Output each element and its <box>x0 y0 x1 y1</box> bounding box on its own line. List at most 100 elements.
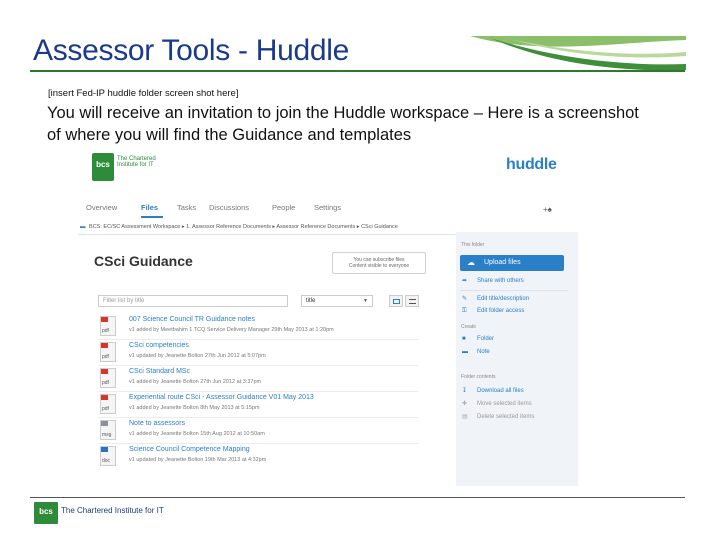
move-selected-link[interactable]: ✚ Move selected items <box>462 400 532 407</box>
breadcrumb-item[interactable]: BCS: EC/SC Assessment Workspace <box>89 224 180 230</box>
cloud-upload-icon: ☁ <box>467 258 475 267</box>
file-type-band <box>101 369 108 374</box>
file-row[interactable]: doc Science Council Competence Mapping v… <box>98 444 458 470</box>
file-row[interactable]: pdf CSci Standard MSc v1 added by Jeanet… <box>98 366 458 392</box>
placeholder-note: [insert Fed-IP huddle folder screen shot… <box>48 88 239 99</box>
pdf-file-icon: pdf <box>100 316 116 336</box>
grid-view-button[interactable] <box>389 295 403 307</box>
chevron-down-icon: ▼ <box>363 298 368 304</box>
sidebar-heading: This folder <box>461 242 485 248</box>
tab-people[interactable]: People <box>272 203 295 212</box>
file-row[interactable]: pdf CSci competencies v1 updated by Jean… <box>98 340 458 366</box>
pdf-file-icon: pdf <box>100 342 116 362</box>
tab-bar: Overview Files Tasks Discussions People … <box>84 203 564 219</box>
sidebar-heading: Create <box>461 324 477 330</box>
edit-title-label: Edit title/description <box>477 296 530 302</box>
file-ext: pdf <box>102 406 109 412</box>
tab-discussions[interactable]: Discussions <box>209 203 249 212</box>
add-person-icon[interactable]: +♠ <box>543 205 552 214</box>
share-label: Share with others <box>477 278 524 284</box>
file-row[interactable]: pdf Experiential route CSci - Assessor G… <box>98 392 458 418</box>
lock-icon: ⚿ <box>462 308 467 314</box>
upload-files-button[interactable]: ☁ Upload files <box>460 255 564 271</box>
pdf-file-icon: pdf <box>100 368 116 388</box>
body-text: You will receive an invitation to join t… <box>47 104 639 144</box>
download-icon: ↧ <box>462 388 468 394</box>
download-all-link[interactable]: ↧ Download all files <box>462 387 524 394</box>
tab-settings[interactable]: Settings <box>314 203 341 212</box>
file-ext: doc <box>102 458 111 464</box>
file-meta: v1 added by Jeanette Bolton 27th Jun 201… <box>129 379 262 385</box>
file-meta: v1 added by Jeanette Bolton 15th Aug 201… <box>129 431 265 437</box>
file-name-link[interactable]: Experiential route CSci - Assessor Guida… <box>129 394 314 401</box>
file-ext: pdf <box>102 380 109 386</box>
trash-icon: ▤ <box>462 414 468 420</box>
folder-label: Folder <box>477 336 495 342</box>
tab-overview[interactable]: Overview <box>86 203 117 212</box>
note-label: Note <box>477 349 490 355</box>
edit-title-link[interactable]: ✎ Edit title/description <box>462 295 529 302</box>
share-with-others-link[interactable]: ➦ Share with others <box>462 277 524 284</box>
subscription-note: You can subscribe files Content visible … <box>332 252 426 274</box>
tab-files[interactable]: Files <box>141 203 158 212</box>
file-ext: pdf <box>102 328 109 334</box>
upload-files-label: Upload files <box>484 259 521 266</box>
breadcrumb-item: CSci Guidance <box>361 224 398 230</box>
breadcrumb-item[interactable]: 1. Assessor Reference Documents <box>186 224 271 230</box>
file-ext: pdf <box>102 354 109 360</box>
bcs-tagline: The Chartered Institute for IT <box>117 156 156 168</box>
download-label: Download all files <box>477 388 524 394</box>
list-view-icon <box>409 299 416 304</box>
share-icon: ➦ <box>462 278 468 284</box>
create-note-link[interactable]: ▬ Note <box>462 349 490 355</box>
sort-value: title <box>306 298 316 304</box>
workspace-icon: ▬ <box>80 224 86 230</box>
file-name-link[interactable]: Science Council Competence Mapping <box>129 446 250 453</box>
file-row[interactable]: pdf 007 Science Council TR Guidance note… <box>98 314 458 340</box>
list-view-button[interactable] <box>405 295 419 307</box>
title-rule <box>30 70 685 72</box>
file-meta: v1 added by Meetbahim 1 TCQ Service Deli… <box>129 327 334 333</box>
huddle-logo: huddle <box>506 156 557 173</box>
edit-access-link[interactable]: ⚿ Edit folder access <box>462 308 524 315</box>
slide-title: Assessor Tools - Huddle <box>33 34 350 67</box>
file-row[interactable]: msg Note to assessors v1 added by Jeanet… <box>98 418 458 444</box>
folder-icon: ■ <box>462 336 466 342</box>
sort-select[interactable]: title ▼ <box>301 295 373 307</box>
header-swoosh-graphic <box>470 36 686 71</box>
note-icon: ▬ <box>462 349 468 355</box>
subscription-note-line: Content visible to everyone <box>348 263 410 269</box>
tab-tasks[interactable]: Tasks <box>177 203 196 212</box>
pdf-file-icon: pdf <box>100 394 116 414</box>
footer-rule <box>30 497 685 498</box>
delete-label: Delete selected items <box>477 414 535 420</box>
move-icon: ✚ <box>462 401 468 407</box>
edit-icon: ✎ <box>462 296 468 302</box>
active-tab-indicator <box>141 216 163 218</box>
folder-title: CSci Guidance <box>94 253 193 269</box>
file-meta: v1 updated by Jeanette Bolton 27th Jun 2… <box>129 353 266 359</box>
folder-actions-sidebar: This folder ☁ Upload files ➦ Share with o… <box>456 232 578 486</box>
bcs-logo: bcs <box>92 153 114 181</box>
move-label: Move selected items <box>477 401 532 407</box>
breadcrumb-item[interactable]: Assessor Reference Documents <box>276 224 355 230</box>
create-folder-link[interactable]: ■ Folder <box>462 336 494 342</box>
file-name-link[interactable]: Note to assessors <box>129 420 185 427</box>
sidebar-heading: Folder contents <box>461 374 496 380</box>
file-type-band <box>101 343 108 348</box>
file-name-link[interactable]: 007 Science Council TR Guidance notes <box>129 316 255 323</box>
footer-org-name: The Chartered Institute for IT <box>61 506 164 515</box>
bcs-footer-logo: bcs <box>34 502 58 524</box>
file-name-link[interactable]: CSci competencies <box>129 342 189 349</box>
file-type-band <box>101 317 108 322</box>
file-meta: v1 updated by Jeanette Bolton 19th Mar 2… <box>129 457 267 463</box>
word-file-icon: doc <box>100 446 116 466</box>
file-ext: msg <box>102 432 112 438</box>
file-type-band <box>101 421 108 426</box>
delete-selected-link[interactable]: ▤ Delete selected items <box>462 413 534 420</box>
huddle-screenshot: bcs The Chartered Institute for IT huddl… <box>78 150 578 486</box>
file-name-link[interactable]: CSci Standard MSc <box>129 368 190 375</box>
filter-input[interactable]: Filter list by title <box>98 295 288 307</box>
file-type-band <box>101 447 108 452</box>
file-type-band <box>101 395 108 400</box>
